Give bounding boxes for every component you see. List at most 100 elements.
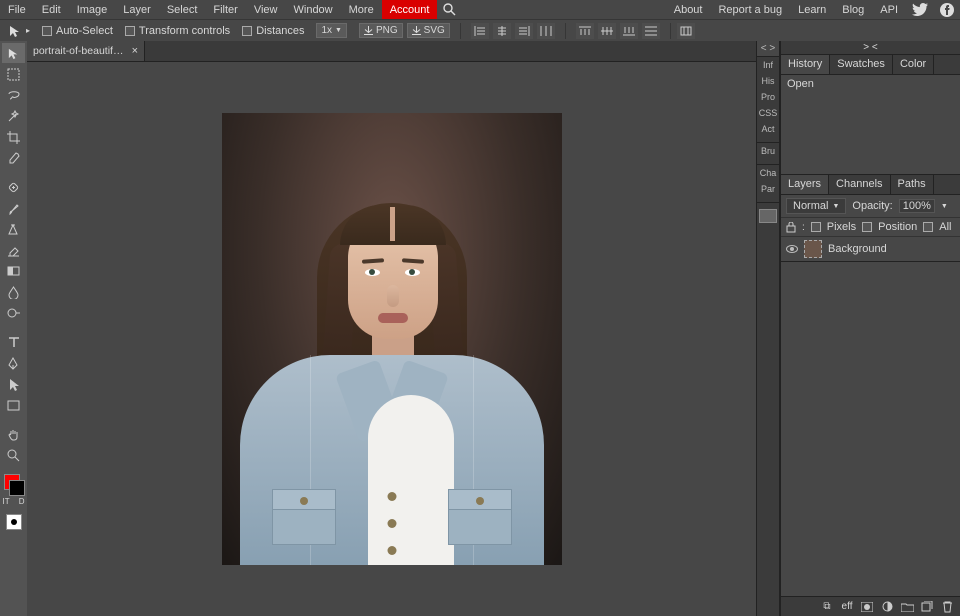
layer-row[interactable]: Background [786,240,955,258]
canvas-area[interactable] [27,62,756,616]
distribute-v-icon[interactable] [642,23,660,39]
eraser-tool[interactable] [2,240,25,260]
collapsed-header[interactable]: < > [757,41,779,57]
transform-controls-label: Transform controls [139,25,230,37]
blur-tool[interactable] [2,282,25,302]
new-folder-icon[interactable] [900,601,914,613]
search-icon[interactable] [437,0,462,19]
layer-effects-icon[interactable]: eff [840,601,854,613]
blend-mode-select[interactable]: Normal▼ [786,198,846,214]
menu-window[interactable]: Window [286,0,341,19]
shape-tool[interactable] [2,395,25,415]
tab-channels[interactable]: Channels [829,175,890,194]
eyedropper-tool[interactable] [2,148,25,168]
tab-paths[interactable]: Paths [891,175,934,194]
right-panel: > < History Swatches Color Open Layers C… [780,41,960,616]
background-color[interactable] [9,480,25,496]
distances-toggle[interactable]: Distances [238,25,308,37]
menu-report-bug[interactable]: Report a bug [710,1,790,19]
align-center-v-icon[interactable] [598,23,616,39]
move-tool[interactable] [2,43,25,63]
lock-all-checkbox[interactable] [923,222,933,232]
magic-wand-tool[interactable] [2,106,25,126]
dodge-tool[interactable] [2,303,25,323]
document-tab-name: portrait-of-beautiful-b… [33,45,126,57]
distribute-h-icon[interactable] [537,23,555,39]
menu-view[interactable]: View [246,0,286,19]
crop-tool[interactable] [2,127,25,147]
history-row[interactable]: Open [787,77,954,91]
color-swatches[interactable] [3,474,25,496]
tab-swatches[interactable]: Swatches [830,55,893,74]
layer-mask-icon[interactable] [860,601,874,613]
tab-history[interactable]: History [781,55,830,74]
collapsed-brush[interactable]: Bru [757,143,779,159]
options-bar: ▸ Auto-Select Transform controls Distanc… [0,19,960,41]
collapsed-paragraph[interactable]: Par [757,181,779,197]
auto-select-toggle[interactable]: Auto-Select [38,25,117,37]
type-tool[interactable] [2,332,25,352]
menu-api[interactable]: API [872,1,906,19]
layer-thumbnail[interactable] [804,240,822,258]
collapsed-character[interactable]: Cha [757,165,779,181]
export-png-button[interactable]: PNG [359,23,403,38]
gradient-tool[interactable] [2,261,25,281]
lock-pixels-checkbox[interactable] [811,222,821,232]
lock-icon [786,222,796,233]
document-tab[interactable]: portrait-of-beautiful-b… × [27,41,145,61]
collapsed-info[interactable]: Inf [757,57,779,73]
adjustment-layer-icon[interactable] [880,601,894,613]
transform-controls-toggle[interactable]: Transform controls [121,25,234,37]
export-svg-button[interactable]: SVG [407,23,450,38]
layer-visibility-icon[interactable] [786,245,798,253]
layers-footer: ⧉ eff [781,596,960,616]
menu-filter[interactable]: Filter [205,0,245,19]
clone-tool[interactable] [2,219,25,239]
new-layer-icon[interactable] [920,601,934,613]
align-left-icon[interactable] [471,23,489,39]
menu-blog[interactable]: Blog [834,1,872,19]
menu-file[interactable]: File [0,0,34,19]
right-panel-header[interactable]: > < [781,41,960,55]
navigator-thumb-icon[interactable] [759,209,777,223]
menu-image[interactable]: Image [69,0,116,19]
menu-edit[interactable]: Edit [34,0,69,19]
zoom-select[interactable]: 1x▼ [316,23,347,38]
brush-tool[interactable] [2,198,25,218]
collapsed-histogram[interactable]: His [757,73,779,89]
align-center-h-icon[interactable] [493,23,511,39]
facebook-icon[interactable] [934,3,960,17]
quick-mask-toggle[interactable] [6,514,22,530]
link-layers-icon[interactable]: ⧉ [820,601,834,613]
tab-layers[interactable]: Layers [781,175,829,194]
path-select-tool[interactable] [2,374,25,394]
collapsed-panels: < > Inf His Pro CSS Act Bru Cha Par [756,41,780,616]
more-align-icon[interactable] [677,23,695,39]
healing-tool[interactable] [2,177,25,197]
marquee-tool[interactable] [2,64,25,84]
zoom-tool[interactable] [2,445,25,465]
align-bottom-icon[interactable] [620,23,638,39]
collapsed-css[interactable]: CSS [757,105,779,121]
collapsed-properties[interactable]: Pro [757,89,779,105]
opacity-input[interactable]: 100% [899,199,935,213]
lock-position-checkbox[interactable] [862,222,872,232]
distances-label: Distances [256,25,304,37]
lasso-tool[interactable] [2,85,25,105]
menu-account[interactable]: Account [382,0,438,19]
delete-layer-icon[interactable] [940,601,954,613]
menu-about[interactable]: About [666,1,711,19]
menu-select[interactable]: Select [159,0,206,19]
opacity-dropdown-icon[interactable]: ▼ [941,203,948,210]
close-tab-icon[interactable]: × [132,45,138,57]
collapsed-actions[interactable]: Act [757,121,779,137]
twitter-icon[interactable] [906,3,934,16]
hand-tool[interactable] [2,424,25,444]
align-top-icon[interactable] [576,23,594,39]
align-right-icon[interactable] [515,23,533,39]
pen-tool[interactable] [2,353,25,373]
menu-layer[interactable]: Layer [115,0,159,19]
menu-learn[interactable]: Learn [790,1,834,19]
tab-color[interactable]: Color [893,55,934,74]
menu-more[interactable]: More [341,0,382,19]
